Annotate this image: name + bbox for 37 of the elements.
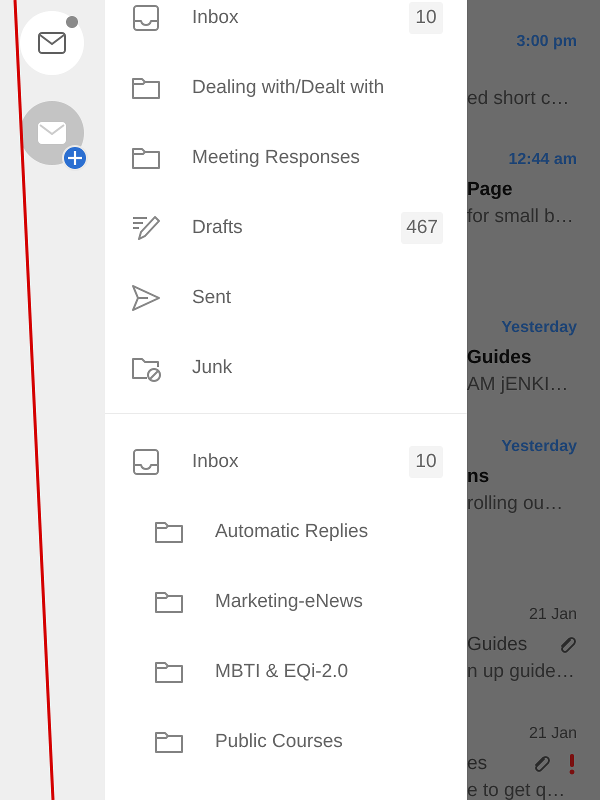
add-icon[interactable] [62, 145, 88, 171]
count-badge: 10 [409, 446, 443, 478]
folder-item[interactable]: Dealing with/Dealt with [105, 53, 467, 123]
count-badge: 10 [409, 2, 443, 34]
folder-item[interactable]: Automatic Replies [105, 497, 467, 567]
message-preview: e to get q… [467, 779, 566, 800]
message-preview: rolling ou… [467, 492, 564, 516]
mail-icon [37, 121, 67, 145]
mail-icon [37, 31, 67, 55]
message-subject: ns [467, 466, 490, 488]
message-subject: Page [467, 179, 514, 201]
folder-item[interactable]: Public Courses [105, 707, 467, 777]
message-time: 3:00 pm [516, 33, 577, 51]
message-time: 12:44 am [508, 151, 577, 169]
message-preview: AM jENKI… [467, 373, 570, 397]
folder-item[interactable]: Meeting Responses [105, 123, 467, 193]
send-icon [130, 282, 162, 314]
inbox-icon [130, 2, 162, 34]
folder-item[interactable]: Marketing-eNews [105, 567, 467, 637]
message-preview: ed short c… [467, 87, 570, 111]
folder-item[interactable]: Inbox 10 [105, 427, 467, 497]
message-time: 21 Jan [528, 725, 577, 743]
message-time: 21 Jan [528, 606, 577, 624]
folder-item[interactable]: MBTI & EQi-2.0 [105, 637, 467, 707]
message-preview: for small b… [467, 205, 575, 229]
folder-item[interactable]: Inbox 10 [105, 0, 467, 53]
folder-item[interactable]: Junk [105, 333, 467, 403]
count-badge: 467 [401, 212, 443, 244]
folder-item[interactable]: Sent [105, 263, 467, 333]
message-preview: n up guide… [467, 660, 576, 684]
message-subject: es [467, 753, 488, 775]
message-subject: Guides [467, 347, 532, 369]
folder-item[interactable]: Drafts 467 [105, 193, 467, 263]
message-time: Yesterday [501, 319, 577, 337]
message-time: Yesterday [501, 438, 577, 456]
inbox-icon [130, 446, 162, 478]
message-subject: Guides [467, 634, 528, 656]
